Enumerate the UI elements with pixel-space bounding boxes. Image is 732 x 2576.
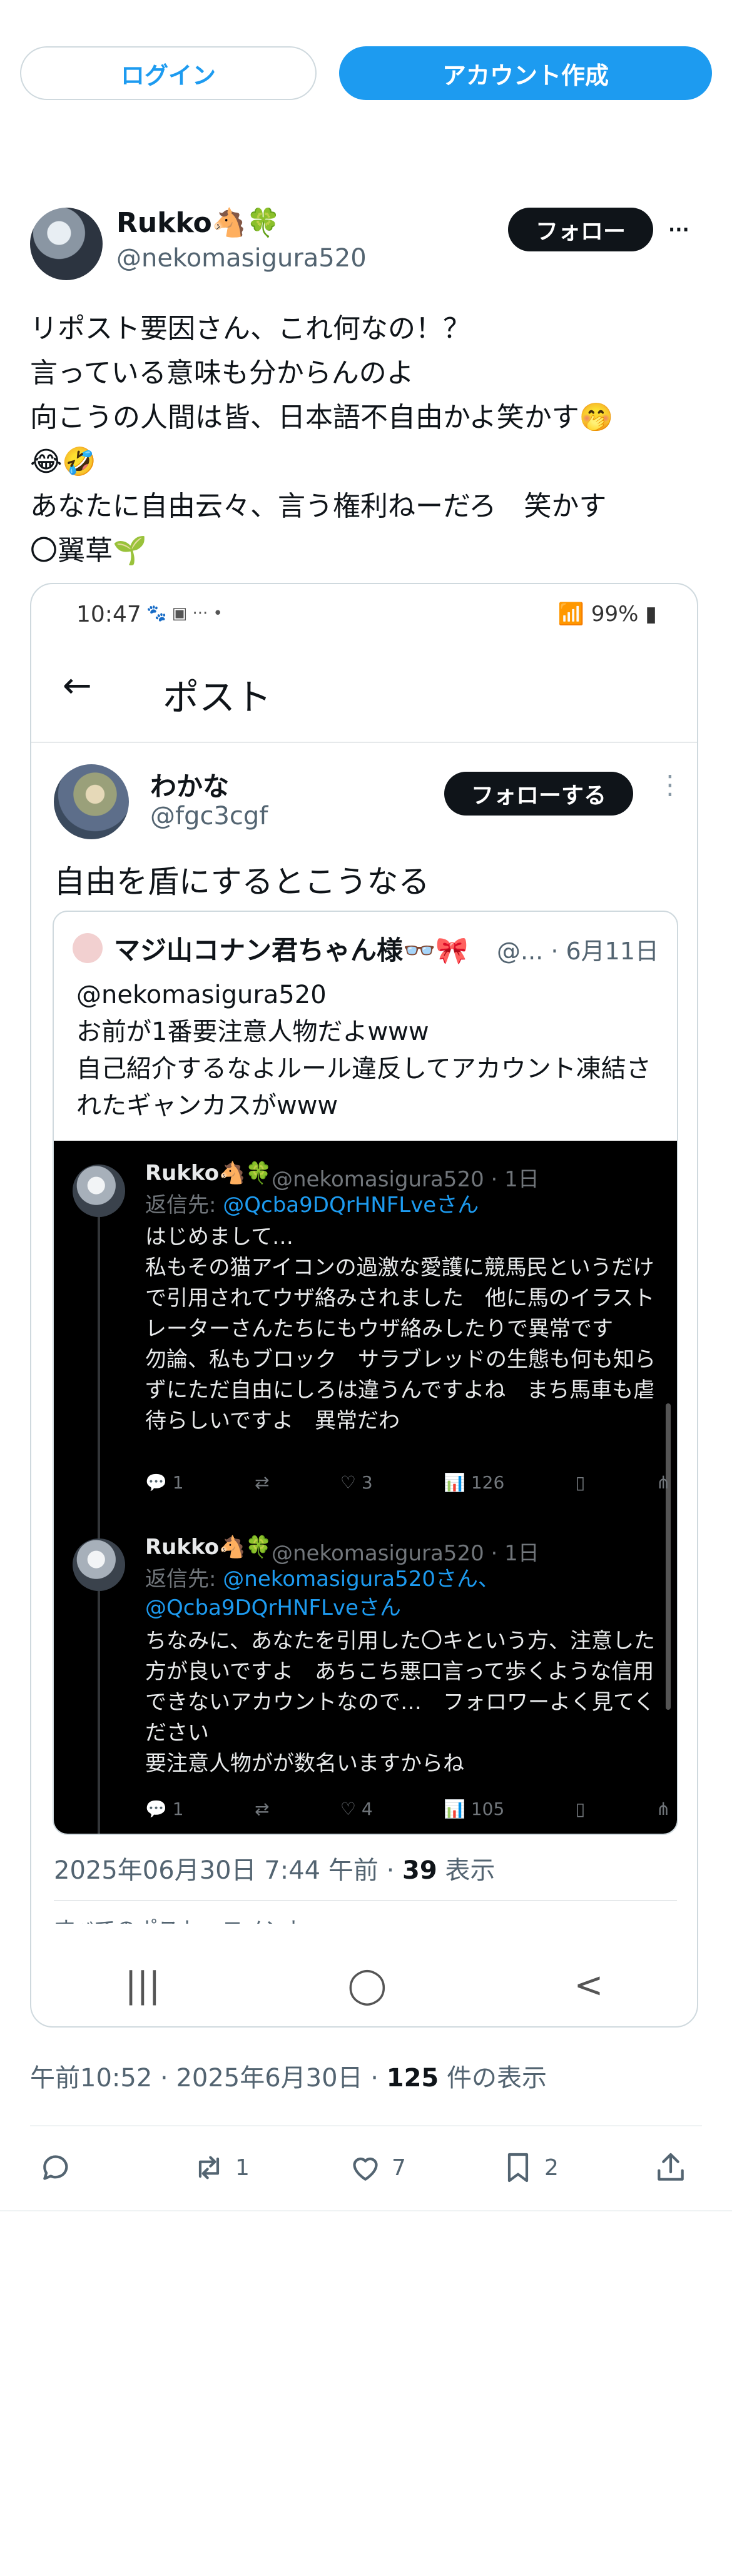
post-author-handle: @fgc3cgf (150, 802, 268, 831)
home-icon: ◯ (347, 1964, 387, 2006)
quote-author-avatar (73, 933, 103, 963)
divider (0, 2210, 732, 2211)
status-time: 10:47 (76, 602, 141, 627)
post-author-name: わかな (150, 771, 230, 802)
signal-icon: 📶 (557, 602, 591, 627)
more-options-icon[interactable]: ··· (667, 213, 691, 248)
author-handle[interactable]: @nekomasigura520 (116, 244, 367, 273)
reply-views-icon: 📊 105 (444, 1799, 505, 1819)
quote-embedded-image: Rukko🐴🍀 @nekomasigura520 · 1日 返信先: @Qcba… (54, 1141, 677, 1834)
bookmark-button[interactable]: 2 (501, 2150, 559, 2185)
post-view-count: 39 (402, 1856, 437, 1885)
post-author-avatar (54, 764, 129, 839)
reply-to-line: 返信先: @Qcba9DQrHNFLveさん (145, 1191, 479, 1220)
reply-comment-count: 1 (172, 1799, 184, 1819)
tweet-actions: 1 7 2 (0, 2125, 732, 2213)
reply-views-icon: 📊 126 (444, 1472, 505, 1493)
cut-off-text: すべてのポスト・コメント (54, 1912, 307, 1924)
bookmark-count: 2 (544, 2154, 559, 2181)
reply-handle: @nekomasigura520 · 1日 (272, 1541, 539, 1566)
battery-icon: ▮ (638, 602, 657, 627)
share-icon (658, 2153, 684, 2181)
reply-bookmark-icon: ▯ (575, 1472, 586, 1493)
post-timestamp: 2025年06月30日 7:44 午前 · 39 表示 (54, 1856, 496, 1885)
tweet-meta: 午前10:52 · 2025年6月30日 · 125 件の表示 (30, 2064, 547, 2093)
reply-retweet-icon: ⇄ (254, 1799, 270, 1819)
reply-share-icon: ⋔ (656, 1472, 671, 1493)
post-text: 自由を盾にするとこうなる (54, 864, 430, 900)
share-button[interactable] (653, 2150, 688, 2185)
retweet-count: 1 (235, 2154, 250, 2181)
reply-to-prefix: 返信先: (145, 1567, 223, 1592)
retweet-icon (198, 2156, 220, 2179)
divider (31, 742, 697, 743)
reply-text: ちなみに、あなたを引用した〇キという方、注意した方が良いですよ あちこち悪口言っ… (145, 1629, 655, 1776)
tweet-view-count: 125 (386, 2064, 439, 2093)
follow-button[interactable]: フォロー (508, 208, 653, 251)
quote-author-name: マジ山コナン君ちゃん様👓🎀 (114, 935, 469, 966)
reply-to-line: 返信先: @nekomasigura520さん、@Qcba9DQrHNFLveさ… (145, 1565, 521, 1622)
app-bar-title: ポスト (163, 676, 272, 719)
quote-tweet: マジ山コナン君ちゃん様👓🎀 @... · 6月11日 @nekomasigura… (53, 911, 678, 1835)
app-bar: ← ポスト (31, 665, 697, 722)
reply-icon (43, 2155, 68, 2180)
tweet-date[interactable]: 2025年6月30日 (176, 2064, 362, 2093)
reply-view-count: 105 (470, 1799, 505, 1819)
reply-text: はじめまして… 私もその猫アイコンの過激な愛護に競馬民というだけで引用されてウザ… (145, 1225, 656, 1433)
attached-screenshot[interactable]: 10:47 🐾 ▣ ··· • 📶 99% ▮ ← ポスト わかな @fgc3c… (30, 583, 698, 2028)
reply-share-icon: ⋔ (656, 1799, 671, 1819)
reply-name: Rukko🐴🍀 (145, 1535, 272, 1560)
reply-like-icon: ♡ 4 (340, 1799, 373, 1819)
reply-avatar (73, 1538, 125, 1591)
back-arrow-icon[interactable]: ← (63, 665, 92, 706)
phone-status-bar: 10:47 🐾 ▣ ··· • 📶 99% ▮ (31, 584, 697, 640)
tweet-text: リポスト要因さん、これ何なの！？ 言っている意味も分からんのよ 向こうの人間は皆… (30, 313, 614, 567)
reply-to-prefix: 返信先: (145, 1193, 223, 1218)
post-follow-button: フォローする (444, 772, 633, 816)
quote-text: @nekomasigura520 お前が1番要注意人物だよwww 自己紹介するな… (76, 981, 651, 1120)
reply-avatar (73, 1164, 125, 1217)
reply-comment-count: 1 (172, 1472, 184, 1493)
author-name[interactable]: Rukko🐴🍀 (116, 206, 280, 239)
reply-button[interactable] (39, 2150, 83, 2185)
reply-actions: 💬 1 ⇄ ♡ 4 📊 105 ▯ ⋔ (145, 1799, 671, 1819)
heart-icon (353, 2157, 378, 2181)
bookmark-icon (507, 2153, 529, 2183)
reply-actions: 💬 1 ⇄ ♡ 3 📊 126 ▯ ⋔ (145, 1472, 671, 1493)
reply-like-count: 4 (361, 1799, 373, 1819)
recents-icon: ||| (125, 1964, 161, 2006)
battery-level: 99% (591, 602, 639, 627)
thread-line (98, 1197, 100, 1834)
divider (54, 1900, 677, 1901)
retweet-button[interactable]: 1 (191, 2150, 250, 2185)
post-views-suffix: 表示 (445, 1856, 496, 1885)
signup-button[interactable]: アカウント作成 (339, 46, 712, 100)
reply-name: Rukko🐴🍀 (145, 1161, 272, 1186)
like-button[interactable]: 7 (348, 2150, 406, 2185)
reply-handle: @nekomasigura520 · 1日 (272, 1167, 539, 1192)
reply-comment-icon: 💬 1 (145, 1799, 184, 1819)
login-button[interactable]: ログイン (20, 46, 317, 100)
post-timestamp-text: 2025年06月30日 7:44 午前 (54, 1856, 379, 1885)
tweet-time[interactable]: 午前10:52 (30, 2064, 152, 2093)
like-count: 7 (392, 2154, 406, 2181)
tweet-views-suffix: 件の表示 (446, 2064, 547, 2093)
reply-like-count: 3 (361, 1472, 373, 1493)
battery-indicator: 📶 99% ▮ (558, 602, 657, 627)
reply-to-link: @Qcba9DQrHNFLveさん (223, 1193, 479, 1218)
android-nav-bar: ||| ◯ < (31, 1941, 697, 2026)
reply-view-count: 126 (470, 1472, 505, 1493)
author-avatar[interactable] (30, 208, 103, 280)
nav-back-icon: < (574, 1964, 604, 2006)
post-more-icon: ⋮ (657, 769, 683, 800)
reply-comment-icon: 💬 1 (145, 1472, 184, 1493)
status-icons: 🐾 ▣ ··· • (146, 604, 223, 623)
reply-like-icon: ♡ 3 (340, 1472, 373, 1493)
reply-retweet-icon: ⇄ (254, 1472, 270, 1493)
reply-bookmark-icon: ▯ (575, 1799, 586, 1819)
quote-meta: @... · 6月11日 (497, 937, 659, 965)
